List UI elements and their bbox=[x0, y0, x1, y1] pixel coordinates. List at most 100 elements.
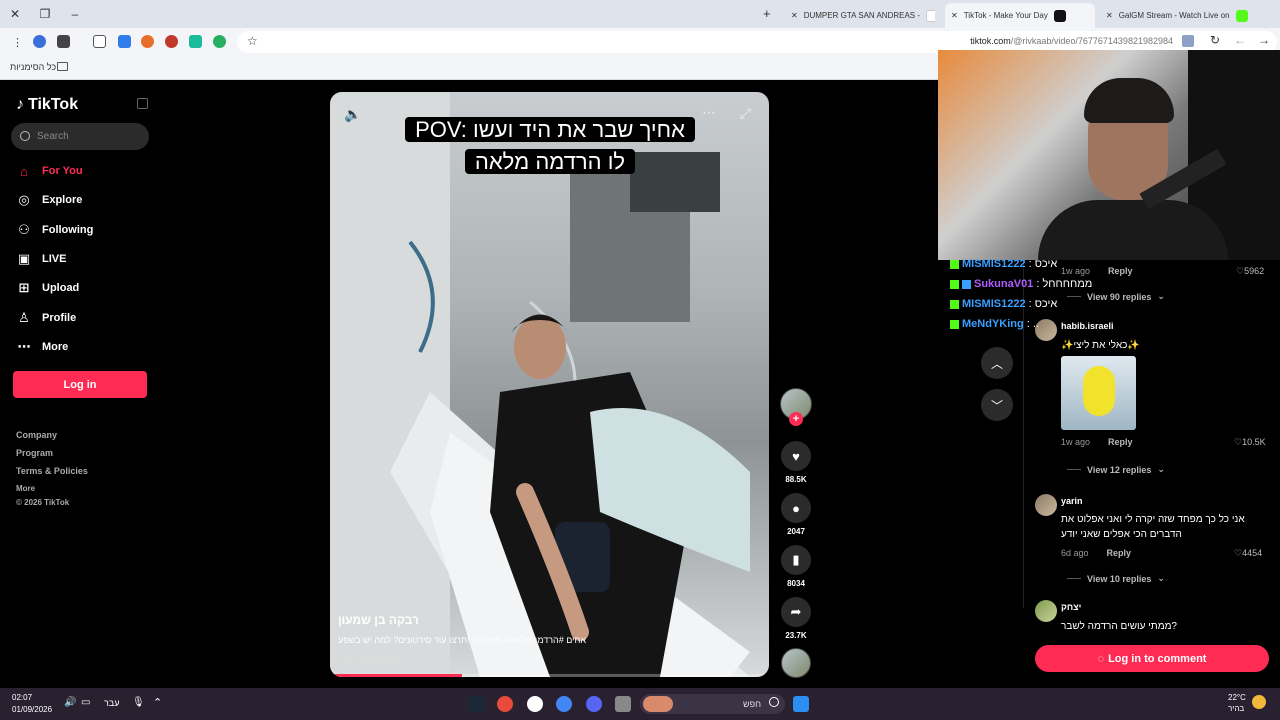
tab-tiktok[interactable]: ✕ TikTok - Make Your Day bbox=[945, 3, 1095, 28]
follow-plus-icon[interactable]: + bbox=[789, 412, 803, 426]
view-replies-button[interactable]: View 12 replies ⌄ bbox=[1067, 464, 1165, 475]
footer-more-link[interactable]: More bbox=[16, 480, 88, 498]
divider bbox=[1067, 578, 1081, 579]
nav-label: For You bbox=[42, 165, 83, 177]
login-button[interactable]: Log in bbox=[13, 371, 147, 398]
extension-icon[interactable] bbox=[189, 35, 202, 48]
nav-following[interactable]: ⚇ Following bbox=[16, 220, 93, 240]
language-indicator[interactable]: עבר bbox=[104, 698, 119, 708]
search-placeholder: Search bbox=[37, 131, 69, 142]
discord-icon[interactable] bbox=[586, 696, 602, 712]
chat-text: : .. bbox=[1026, 318, 1039, 330]
taskbar-clock[interactable]: 02:07 01/09/2026 bbox=[12, 692, 52, 716]
restore-window-icon[interactable]: ❐ bbox=[30, 0, 60, 28]
view-replies-button[interactable]: View 10 replies ⌄ bbox=[1067, 573, 1165, 584]
task-view-icon[interactable] bbox=[615, 696, 631, 712]
expand-icon[interactable]: ⤢ bbox=[740, 105, 751, 122]
chrome-icon[interactable] bbox=[556, 696, 572, 712]
clock-date: 01/09/2026 bbox=[12, 705, 53, 714]
forward-icon[interactable]: ← bbox=[1234, 33, 1246, 47]
close-window-icon[interactable]: ✕ bbox=[0, 0, 30, 28]
collapse-sidebar-icon[interactable] bbox=[137, 98, 148, 109]
network-icon[interactable]: ▭ bbox=[81, 697, 90, 708]
url-text[interactable]: tiktok.com/@rivkaab/video/76776714398219… bbox=[970, 36, 1173, 46]
reply-link[interactable]: Reply bbox=[1108, 437, 1133, 447]
chevron-down-icon: ⌄ bbox=[1157, 573, 1165, 583]
video-progress-bar[interactable] bbox=[330, 674, 769, 677]
tiktok-note-icon: ♪ bbox=[16, 96, 24, 113]
footer-company-link[interactable]: Company bbox=[16, 426, 88, 444]
steam-icon[interactable] bbox=[469, 696, 485, 712]
next-video-button[interactable]: ﹀ bbox=[981, 389, 1013, 421]
compass-icon: ◎ bbox=[18, 192, 30, 207]
extension-icon[interactable] bbox=[165, 35, 178, 48]
chat-text: : איכס bbox=[1028, 258, 1058, 270]
previous-video-button[interactable]: ︿ bbox=[981, 347, 1013, 379]
tab-galgm[interactable]: ✕ GalGM Stream - Watch Live on bbox=[1100, 3, 1260, 28]
footer-terms-link[interactable]: Terms & Policies bbox=[16, 462, 88, 480]
tiktok-logo[interactable]: ♪ TikTok bbox=[16, 96, 78, 114]
chevron-up-icon[interactable]: ⌃ bbox=[153, 696, 162, 709]
back-icon[interactable]: → bbox=[1258, 33, 1270, 47]
windows-start-icon[interactable] bbox=[793, 696, 809, 712]
footer-program-link[interactable]: Program bbox=[16, 444, 88, 462]
taskbar-search-input[interactable]: חפש bbox=[640, 694, 785, 714]
nav-profile[interactable]: ♙ Profile bbox=[16, 308, 76, 328]
site-settings-icon[interactable] bbox=[1182, 35, 1194, 47]
tab-dumper[interactable]: ✕ DUMPER GTA SAN ANDREAS - bbox=[785, 3, 935, 28]
tab-close-icon[interactable]: ✕ bbox=[1106, 11, 1113, 20]
chatgpt-icon[interactable] bbox=[527, 696, 543, 712]
extensions-puzzle-icon[interactable] bbox=[93, 35, 106, 48]
video-author[interactable]: רבקה בן שמעון bbox=[338, 613, 419, 627]
browser-tab-strip: ✕ ❐ – + ✕ DUMPER GTA SAN ANDREAS - ✕ Tik… bbox=[0, 0, 1280, 28]
menu-dots-icon[interactable]: ⋮ bbox=[12, 36, 23, 49]
microphone-icon[interactable]: 🎙 bbox=[132, 697, 145, 708]
reload-icon[interactable]: ↻ bbox=[1210, 33, 1220, 47]
comment-button[interactable]: ● 2047 bbox=[778, 493, 814, 536]
taskbar-weather[interactable]: 22°C בהיר bbox=[1228, 692, 1246, 714]
creator-avatar[interactable]: + bbox=[778, 388, 814, 426]
view-replies-button[interactable]: View 90 replies ⌄ bbox=[1067, 291, 1165, 302]
comment-username[interactable]: yarin bbox=[1061, 496, 1083, 506]
search-input[interactable]: Search bbox=[11, 123, 149, 150]
comment-likes[interactable]: ♡10.5K bbox=[1234, 437, 1266, 448]
avatar[interactable] bbox=[1035, 600, 1057, 622]
extension-icon[interactable] bbox=[57, 35, 70, 48]
mute-icon[interactable]: 🔈 bbox=[344, 106, 361, 123]
nav-for-you[interactable]: ⌂ For You bbox=[16, 161, 83, 181]
reply-link[interactable]: Reply bbox=[1107, 548, 1132, 558]
tab-close-icon[interactable]: ✕ bbox=[791, 11, 798, 20]
comment-username[interactable]: יצחק bbox=[1061, 602, 1081, 612]
nav-label: Explore bbox=[42, 194, 83, 206]
login-to-comment-button[interactable]: ◌ Log in to comment bbox=[1035, 645, 1269, 672]
comment-likes[interactable]: ♡5962 bbox=[1236, 266, 1264, 277]
speaker-icon[interactable]: 🔊 bbox=[64, 697, 76, 708]
video-player[interactable]: 🔈 ⋯ ⤢ POV: אחיך שבר את היד ועשו לו הרדמה… bbox=[330, 92, 769, 677]
see-translation-link[interactable]: See translation bbox=[338, 654, 403, 664]
app-icon[interactable] bbox=[497, 696, 513, 712]
weather-desc: בהיר bbox=[1228, 704, 1245, 713]
avatar[interactable] bbox=[1035, 494, 1057, 516]
save-button[interactable]: ▮ 8034 bbox=[778, 545, 814, 588]
like-button[interactable]: ♥ 88.5K bbox=[778, 441, 814, 484]
extension-icon[interactable] bbox=[118, 35, 131, 48]
minimize-window-icon[interactable]: – bbox=[60, 0, 90, 28]
music-disc[interactable] bbox=[778, 648, 814, 678]
share-button[interactable]: ➦ 23.7K bbox=[778, 597, 814, 640]
nav-upload[interactable]: ⊞ Upload bbox=[16, 278, 80, 298]
nav-explore[interactable]: ◎ Explore bbox=[16, 190, 82, 210]
nav-more[interactable]: ⋯ More bbox=[16, 337, 69, 357]
grammarly-icon[interactable] bbox=[213, 35, 226, 48]
reply-link[interactable]: Reply bbox=[1108, 266, 1133, 276]
new-tab-icon[interactable]: + bbox=[763, 6, 771, 21]
bookmark-star-icon[interactable]: ☆ bbox=[247, 34, 258, 48]
comment-likes[interactable]: ♡4454 bbox=[1234, 548, 1262, 559]
all-bookmarks-label[interactable]: כל הסימניות bbox=[10, 62, 56, 72]
nav-label: Upload bbox=[42, 282, 80, 294]
nav-live[interactable]: ▣ LIVE bbox=[16, 249, 67, 269]
like-count: 88.5K bbox=[785, 475, 807, 484]
comment-username[interactable]: habib.israeli bbox=[1061, 321, 1114, 331]
tab-close-icon[interactable]: ✕ bbox=[951, 11, 958, 20]
profile-avatar-icon[interactable] bbox=[33, 35, 46, 48]
extension-icon[interactable] bbox=[141, 35, 154, 48]
